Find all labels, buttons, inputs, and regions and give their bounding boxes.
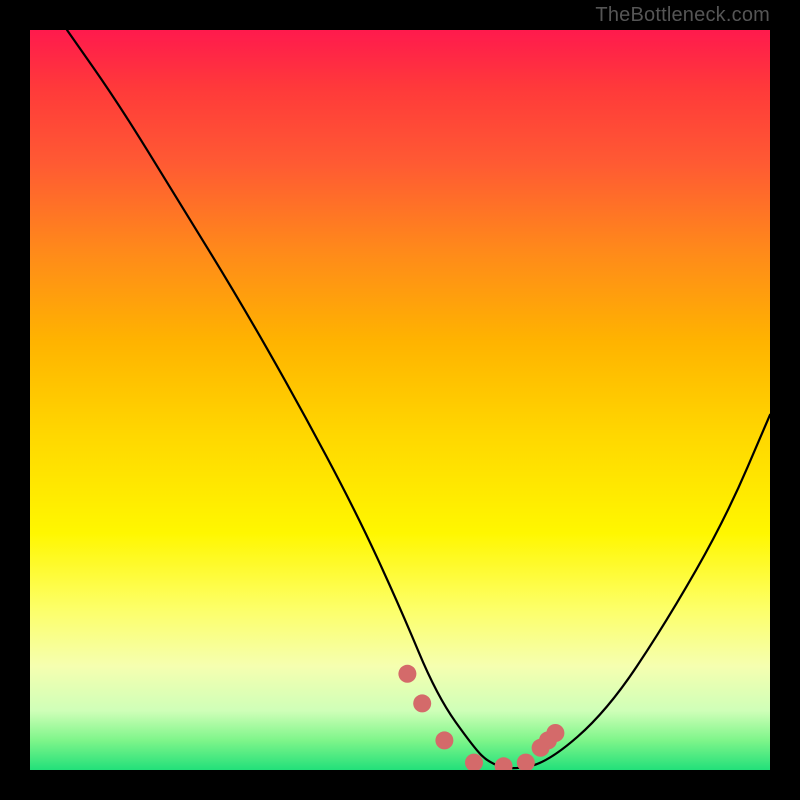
marker-point [465,754,483,770]
marker-point [546,724,564,742]
plot-area [30,30,770,770]
marker-point [517,754,535,770]
marker-point [413,694,431,712]
marker-point [495,757,513,770]
marker-point [435,731,453,749]
marker-point [398,665,416,683]
bottleneck-curve [67,30,770,768]
curve-svg [30,30,770,770]
chart-frame: TheBottleneck.com [0,0,800,800]
attribution-text: TheBottleneck.com [595,4,770,27]
